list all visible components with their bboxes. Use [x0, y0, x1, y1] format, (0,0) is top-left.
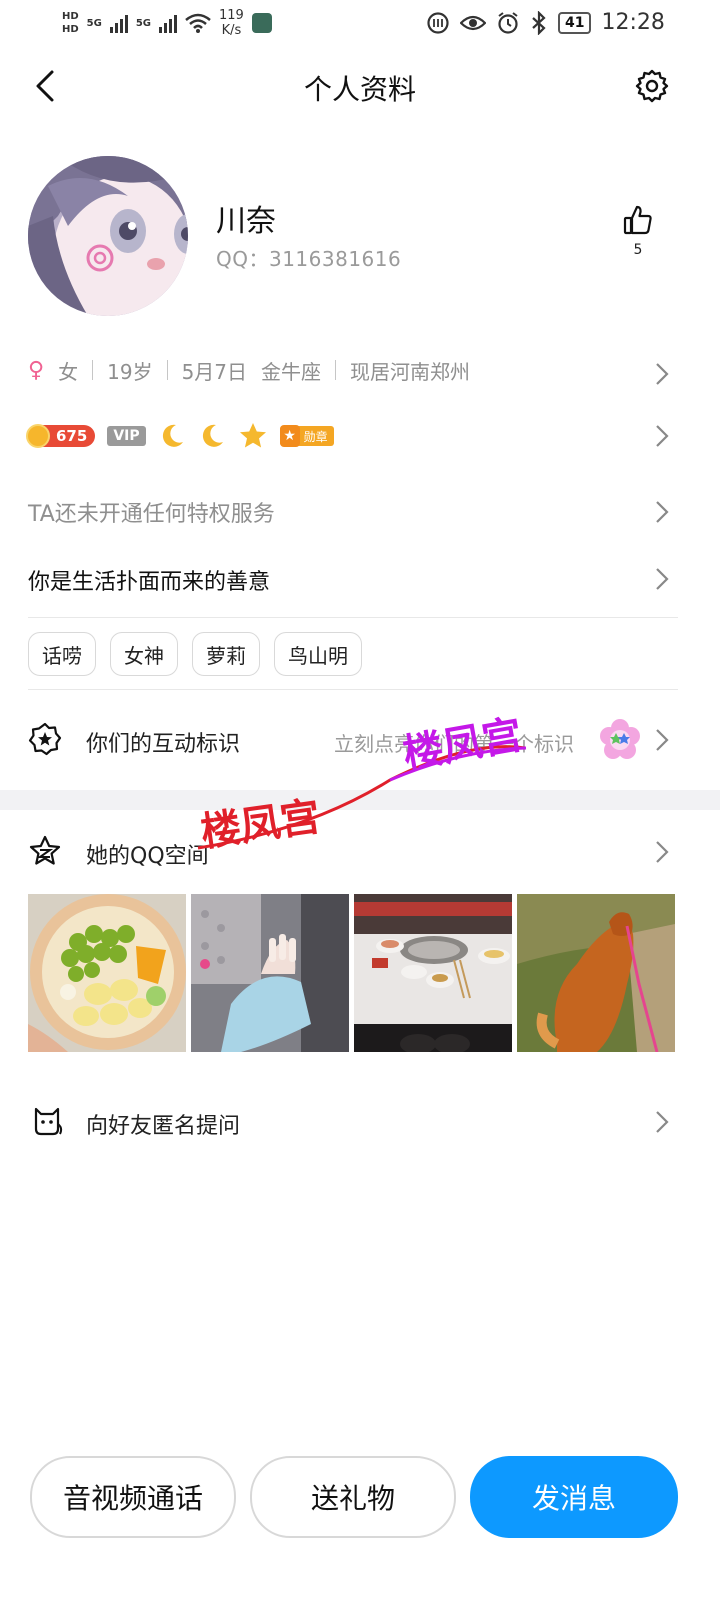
like-count: 5 [633, 242, 643, 258]
star-icon [239, 423, 266, 448]
qzone-star-icon [29, 835, 61, 865]
status-bar: HD HD 5G 5G 119 K/s 41 12:28 [0, 0, 720, 48]
birthday: 5月7日 [181, 359, 248, 384]
level-coin-icon [26, 424, 50, 448]
signal-icon [109, 13, 128, 33]
divider [28, 617, 678, 618]
avatar-image [28, 156, 188, 316]
speed-unit: K/s [221, 23, 242, 38]
chevron-right-icon [656, 729, 669, 751]
top-navigation-bar: 个人资料 [0, 56, 720, 120]
status-right: 41 12:28 [426, 10, 665, 35]
qzone-row[interactable]: 她的QQ空间 [28, 828, 678, 876]
location: 现居河南郑州 [350, 359, 471, 384]
chevron-right-icon [656, 1111, 669, 1133]
bluetooth-icon [532, 10, 546, 35]
qq-number: QQ：3116381616 [216, 247, 402, 271]
send-message-button[interactable]: 发消息 [470, 1456, 678, 1538]
badge-star-icon [28, 722, 62, 756]
qzone-photo-dog[interactable] [517, 894, 675, 1052]
interaction-marks-hint: 立刻点亮你们的第一个标识 [334, 732, 574, 756]
alarm-icon [498, 11, 518, 34]
battery-icon: 41 [558, 11, 592, 34]
chevron-right-icon [656, 363, 669, 385]
gear-icon[interactable] [634, 68, 670, 104]
separator [166, 360, 168, 380]
qq-level-badge: 675 [26, 424, 96, 448]
medal-badge: ★ 勋章 [279, 425, 334, 447]
anonymous-question-label: 向好友匿名提问 [86, 1114, 241, 1139]
privilege-status-text[interactable]: TA还未开通任何特权服务 [28, 496, 275, 528]
section-separator [0, 790, 720, 810]
level-value: 675 [56, 427, 88, 445]
tag-chip[interactable]: 萝莉 [192, 632, 260, 676]
page-title: 个人资料 [303, 73, 416, 106]
age: 19岁 [107, 359, 153, 384]
tag-chip[interactable]: 话唠 [28, 632, 96, 676]
signal-icon-2 [159, 13, 178, 33]
anonymous-question-row[interactable]: 向好友匿名提问 [28, 1098, 678, 1146]
status-left: HD HD 5G 5G 119 K/s [62, 8, 272, 38]
hd-label-bottom: HD [62, 24, 79, 35]
qzone-photo-grid [28, 894, 675, 1052]
thumbs-up-icon [623, 205, 652, 235]
hd-indicator: HD HD [62, 10, 79, 36]
tag-chip[interactable]: 鸟山明 [274, 632, 362, 676]
network-type-label-2: 5G [135, 17, 152, 29]
app-notification-icon [251, 13, 272, 33]
network-type-label: 5G [86, 17, 102, 29]
divider [28, 689, 678, 690]
interaction-marks-label: 你们的互动标识 [86, 732, 241, 757]
wifi-icon [185, 13, 211, 33]
clock: 12:28 [601, 10, 665, 35]
avatar[interactable] [28, 156, 188, 316]
like-button[interactable]: 5 [618, 204, 658, 258]
hd-label-top: HD [62, 11, 79, 22]
personal-signature[interactable]: 你是生活扑面而来的善意 [28, 564, 270, 596]
data-saver-icon [427, 11, 449, 34]
badge-row[interactable]: 675 VIP ★ 勋章 [26, 420, 334, 452]
separator [92, 360, 94, 380]
female-icon: ♀ [28, 357, 45, 383]
chevron-right-icon [656, 841, 669, 863]
moon-icon [202, 424, 223, 447]
medal-star-icon: ★ [279, 425, 300, 447]
network-speed: 119 K/s [219, 8, 244, 38]
qzone-photo-fruit[interactable] [28, 894, 186, 1052]
qzone-photo-hand[interactable] [191, 894, 349, 1052]
basic-info-row[interactable]: ♀ 女 19岁 5月7日 金牛座 现居河南郑州 [28, 354, 678, 386]
qzone-photo-hotpot[interactable] [354, 894, 512, 1052]
cat-icon [34, 1107, 63, 1136]
eye-comfort-icon [460, 15, 486, 30]
send-gift-button[interactable]: 送礼物 [250, 1456, 456, 1538]
tag-list: 话唠 女神 萝莉 鸟山明 [28, 632, 362, 676]
chevron-right-icon [656, 501, 669, 523]
separator [335, 360, 337, 380]
moon-icon [162, 424, 183, 447]
interaction-marks-row[interactable]: 你们的互动标识 立刻点亮你们的第一个标识 [28, 714, 678, 766]
video-call-button[interactable]: 音视频通话 [30, 1456, 236, 1538]
tag-chip[interactable]: 女神 [110, 632, 178, 676]
chevron-right-icon [656, 568, 669, 590]
flower-icon [600, 719, 640, 759]
zodiac: 金牛座 [261, 359, 322, 384]
qzone-label: 她的QQ空间 [86, 844, 209, 869]
profile-name: 川奈 [216, 204, 276, 239]
vip-badge: VIP [107, 426, 146, 446]
gender: 女 [58, 359, 79, 384]
medal-label: 勋章 [303, 429, 328, 444]
chevron-right-icon [656, 425, 669, 447]
speed-value: 119 [219, 8, 244, 23]
